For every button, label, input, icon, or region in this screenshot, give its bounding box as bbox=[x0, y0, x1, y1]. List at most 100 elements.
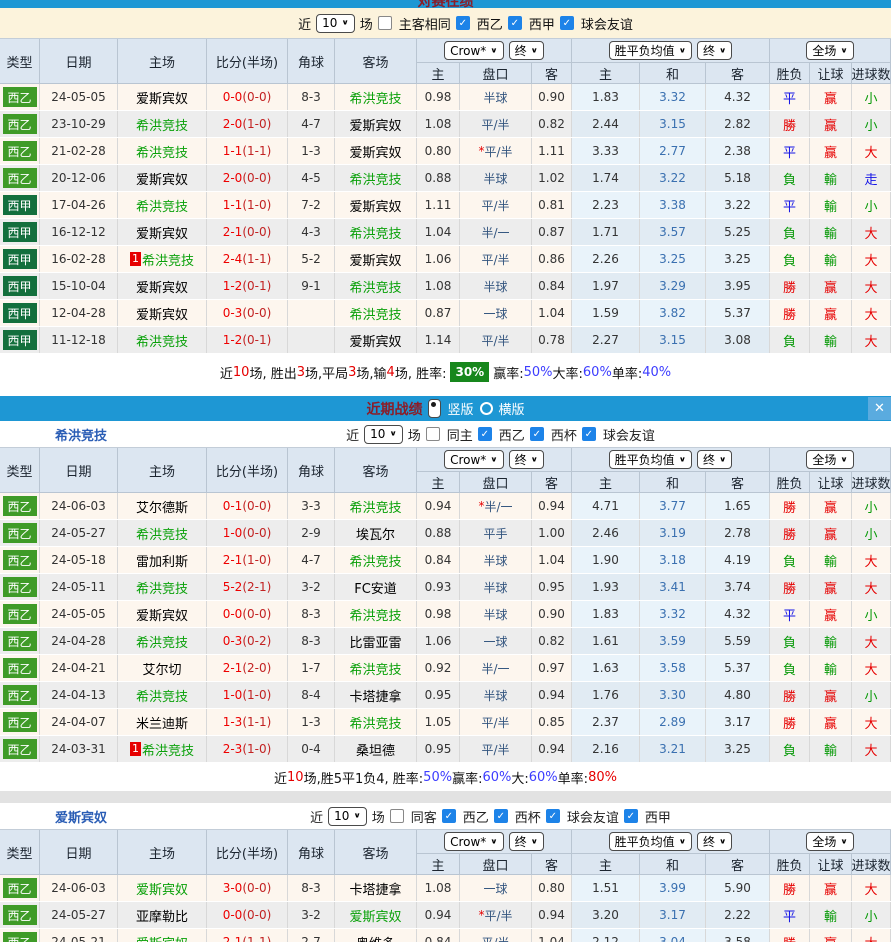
result-wdl: 平 bbox=[770, 902, 810, 928]
avg-draw: 3.99 bbox=[640, 875, 706, 901]
home-odds: 0.95 bbox=[417, 736, 460, 762]
away-odds: 1.04 bbox=[532, 547, 572, 573]
odds-source-select-value: 终 bbox=[703, 451, 715, 468]
odds-source-select[interactable]: 全场∨ bbox=[806, 450, 853, 469]
filter-checkbox-checked[interactable]: ✓ bbox=[624, 809, 638, 823]
chevron-down-icon: ∨ bbox=[353, 812, 360, 820]
odds-source-select[interactable]: 终∨ bbox=[509, 832, 544, 851]
home-team: 爱斯宾奴 bbox=[136, 223, 188, 242]
result-wdl: 負 bbox=[770, 628, 810, 654]
home-cell: 爱斯宾奴 bbox=[118, 929, 207, 942]
avg-draw: 3.04 bbox=[640, 929, 706, 942]
summary-segment: 60% bbox=[482, 770, 511, 785]
result-wdl: 勝 bbox=[770, 520, 810, 546]
odds-source-select[interactable]: 胜平负均值∨ bbox=[609, 450, 692, 469]
odds-source-select[interactable]: 全场∨ bbox=[806, 832, 853, 851]
handicap-line: 半球 bbox=[483, 579, 507, 596]
odds-source-select[interactable]: 终∨ bbox=[697, 832, 732, 851]
fulltime-score: 5-2 bbox=[223, 580, 243, 594]
away-cell: 希洪竞技 bbox=[335, 547, 417, 573]
horizontal-layout-radio[interactable] bbox=[480, 402, 493, 415]
avg-home: 2.27 bbox=[572, 327, 640, 353]
match-date: 24-04-13 bbox=[40, 682, 118, 708]
odds-source-select[interactable]: 终∨ bbox=[509, 450, 544, 469]
filter-checkbox-checked[interactable]: ✓ bbox=[508, 16, 522, 30]
league-cell: 西乙 bbox=[0, 929, 40, 942]
odds-source-select[interactable]: Crow*∨ bbox=[444, 832, 504, 851]
col-header: 盘口 bbox=[460, 472, 532, 493]
avg-draw: 3.41 bbox=[640, 574, 706, 600]
away-team: FC安道 bbox=[354, 578, 397, 597]
filter-checkbox-checked[interactable]: ✓ bbox=[582, 427, 596, 441]
odds-source-select[interactable]: Crow*∨ bbox=[444, 41, 504, 60]
away-cell: 爱斯宾奴 bbox=[335, 138, 417, 164]
filter-checkbox-checked[interactable]: ✓ bbox=[530, 427, 544, 441]
odds-source-select[interactable]: Crow*∨ bbox=[444, 450, 504, 469]
vertical-layout-radio[interactable] bbox=[428, 399, 441, 418]
league-cell: 西甲 bbox=[0, 300, 40, 326]
filter-checkbox-unchecked[interactable] bbox=[390, 809, 404, 823]
result-goals: 走 bbox=[852, 165, 891, 191]
odds-source-select[interactable]: 终∨ bbox=[509, 41, 544, 60]
corner-stat bbox=[288, 327, 335, 353]
chevron-down-icon: ∨ bbox=[719, 47, 726, 55]
league-badge: 西甲 bbox=[3, 222, 37, 242]
horizontal-layout-label[interactable]: 横版 bbox=[499, 399, 525, 418]
match-date: 21-02-28 bbox=[40, 138, 118, 164]
filter-label: 同主 bbox=[447, 425, 473, 444]
close-icon[interactable]: ✕ bbox=[868, 397, 891, 420]
away-cell: 爱斯宾奴 bbox=[335, 111, 417, 137]
filter-label: 主客相同 bbox=[399, 14, 451, 33]
handicap-line: 平/半 bbox=[484, 907, 512, 924]
away-team: 桑坦德 bbox=[356, 740, 395, 759]
avg-away: 2.38 bbox=[706, 138, 770, 164]
home-odds: 0.87 bbox=[417, 300, 460, 326]
filter-checkbox-checked[interactable]: ✓ bbox=[494, 809, 508, 823]
match-count-select[interactable]: 10∨ bbox=[328, 807, 367, 826]
filter-checkbox-checked[interactable]: ✓ bbox=[478, 427, 492, 441]
filter-checkbox-unchecked[interactable] bbox=[426, 427, 440, 441]
vertical-layout-label[interactable]: 竖版 bbox=[447, 399, 473, 418]
avg-draw: 3.15 bbox=[640, 327, 706, 353]
halftime-score: (0-0) bbox=[242, 306, 271, 320]
filter-checkbox-checked[interactable]: ✓ bbox=[456, 16, 470, 30]
corner-stat: 2-9 bbox=[288, 520, 335, 546]
filter-checkbox-checked[interactable]: ✓ bbox=[560, 16, 574, 30]
filter-checkbox-checked[interactable]: ✓ bbox=[442, 809, 456, 823]
odds-source-select[interactable]: 终∨ bbox=[697, 450, 732, 469]
result-goals: 大 bbox=[852, 300, 891, 326]
avg-away: 3.58 bbox=[706, 929, 770, 942]
col-header: 类型 bbox=[0, 830, 40, 875]
games-label: 场 bbox=[408, 425, 421, 444]
handicap-cell: 半球 bbox=[460, 273, 532, 299]
table-row: 西乙23-10-29希洪竞技2-0(1-0)4-7爱斯宾奴1.08平/半0.82… bbox=[0, 111, 891, 137]
home-cell: 爱斯宾奴 bbox=[118, 219, 207, 245]
home-odds: 0.93 bbox=[417, 574, 460, 600]
filter-checkbox-checked[interactable]: ✓ bbox=[546, 809, 560, 823]
result-handicap: 赢 bbox=[810, 520, 852, 546]
avg-away: 5.59 bbox=[706, 628, 770, 654]
league-cell: 西甲 bbox=[0, 327, 40, 353]
odds-source-select[interactable]: 胜平负均值∨ bbox=[609, 41, 692, 60]
odds-source-select[interactable]: 终∨ bbox=[697, 41, 732, 60]
score-cell: 1-0(0-0) bbox=[207, 520, 288, 546]
home-team: 米兰迪斯 bbox=[136, 713, 188, 732]
col-header: 主 bbox=[417, 854, 460, 875]
odds-source-select-value: 全场 bbox=[812, 833, 836, 850]
filter-label: 西乙 bbox=[499, 425, 525, 444]
odds-source-select[interactable]: 胜平负均值∨ bbox=[609, 832, 692, 851]
match-date: 24-05-27 bbox=[40, 520, 118, 546]
handicap-line: 平手 bbox=[483, 525, 507, 542]
summary-segment: 4 bbox=[387, 365, 395, 380]
corner-stat: 8-3 bbox=[288, 875, 335, 901]
filter-checkbox-unchecked[interactable] bbox=[378, 16, 392, 30]
section-divider bbox=[0, 791, 891, 803]
match-count-select[interactable]: 10∨ bbox=[316, 14, 355, 33]
result-goals: 大 bbox=[852, 327, 891, 353]
halftime-score: (1-0) bbox=[242, 117, 271, 131]
home-cell: 亚摩勒比 bbox=[118, 902, 207, 928]
away-team: 希洪竞技 bbox=[349, 551, 401, 570]
odds-source-select[interactable]: 全场∨ bbox=[806, 41, 853, 60]
handicap-cell: 平/半 bbox=[460, 111, 532, 137]
match-count-select[interactable]: 10∨ bbox=[364, 425, 403, 444]
